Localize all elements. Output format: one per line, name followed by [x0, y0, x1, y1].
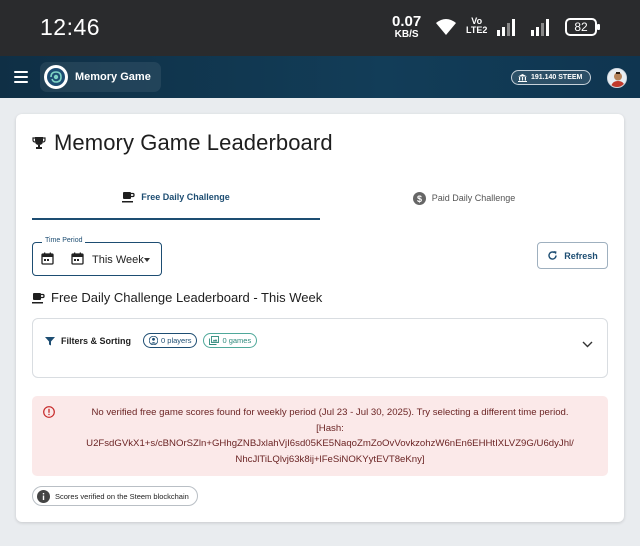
battery-indicator: 82 — [565, 18, 600, 36]
dollar-coin-icon: $ — [412, 191, 426, 205]
app-name: Memory Game — [75, 71, 151, 83]
leaderboard-card: Memory Game Leaderboard Free Daily Chall… — [16, 114, 624, 522]
avatar[interactable] — [607, 68, 627, 88]
filters-panel[interactable]: Filters & Sorting 0 players 0 games — [32, 318, 608, 378]
leaderboard-title-text: Free Daily Challenge Leaderboard - This … — [51, 290, 323, 305]
chevron-down-icon[interactable] — [582, 335, 593, 353]
menu-icon[interactable] — [14, 71, 28, 83]
status-time: 12:46 — [40, 14, 101, 40]
volte-bottom-label: LTE2 — [466, 25, 488, 35]
signal-icon — [496, 18, 518, 41]
games-count-chip: 0 games — [203, 333, 258, 348]
brand-link[interactable]: Memory Game — [40, 62, 161, 92]
alert-line-4: NhcJlTiLQlvj63k8ij+lFeSiNOKYytEVT8eKny] — [235, 453, 425, 465]
app-bar: Memory Game 191.140 STEEM — [0, 56, 640, 98]
tab-free-label: Free Daily Challenge — [141, 192, 230, 202]
trophy-icon — [32, 137, 46, 149]
image-stack-icon — [209, 336, 220, 345]
alert-message: No verified free game scores found for w… — [60, 405, 600, 467]
calendar-icon — [41, 252, 54, 270]
page-title-text: Memory Game Leaderboard — [54, 130, 333, 155]
tab-paid-label: Paid Daily Challenge — [431, 193, 516, 203]
verified-note: Scores verified on the Steem blockchain — [55, 491, 189, 501]
calendar-icon-value — [71, 252, 84, 270]
verified-note-chip: Scores verified on the Steem blockchain — [32, 486, 198, 506]
filter-icon — [45, 336, 55, 345]
chevron-down-icon — [144, 258, 150, 262]
filters-label: Filters & Sorting — [61, 335, 132, 346]
no-scores-alert: No verified free game scores found for w… — [32, 396, 608, 476]
tab-paid-daily-challenge[interactable]: $ Paid Daily Challenge — [320, 176, 608, 220]
bank-icon — [518, 73, 527, 82]
volte-indicator: Vo LTE2 — [466, 17, 487, 35]
signal-icon-sim2 — [530, 18, 552, 41]
wifi-icon — [434, 18, 458, 41]
leaderboard-title: Free Daily Challenge Leaderboard - This … — [32, 290, 322, 305]
coffee-cup-icon — [122, 192, 135, 203]
alert-line-3: U2FsdGVkX1+s/cBNOrSZln+GHhgZNBJxlahVjI6s… — [86, 438, 574, 449]
page-title: Memory Game Leaderboard — [32, 130, 333, 156]
brain-logo-icon — [44, 65, 68, 89]
person-icon — [149, 336, 159, 345]
players-count-chip: 0 players — [143, 333, 198, 348]
svg-text:$: $ — [417, 194, 422, 204]
time-period-label: Time Period — [42, 237, 86, 244]
alert-line-2: [Hash: — [316, 422, 344, 434]
alert-line-1: No verified free game scores found for w… — [91, 407, 569, 418]
refresh-label: Refresh — [564, 250, 598, 261]
time-period-select[interactable]: Time Period This Week — [32, 237, 162, 276]
challenge-tabs: Free Daily Challenge $ Paid Daily Challe… — [32, 176, 608, 220]
coffee-cup-icon — [32, 292, 45, 303]
network-speed-unit: KB/S — [394, 29, 419, 40]
refresh-icon — [548, 251, 557, 260]
info-icon — [37, 489, 50, 503]
time-period-value: This Week — [92, 254, 144, 266]
refresh-button[interactable]: Refresh — [537, 242, 608, 269]
wallet-balance-badge[interactable]: 191.140 STEEM — [511, 70, 592, 85]
tab-free-daily-challenge[interactable]: Free Daily Challenge — [32, 176, 320, 220]
games-count: 0 games — [222, 336, 252, 345]
filters-header: Filters & Sorting 0 players 0 games — [45, 333, 258, 348]
players-count: 0 players — [161, 336, 192, 345]
network-speed-value: 0.07 — [392, 13, 422, 30]
wallet-balance: 191.140 STEEM — [531, 74, 583, 81]
status-bar: 12:46 0.07 KB/S Vo LTE2 82 — [0, 0, 640, 56]
network-speed: 0.07 KB/S — [392, 14, 421, 40]
error-icon — [43, 405, 55, 423]
